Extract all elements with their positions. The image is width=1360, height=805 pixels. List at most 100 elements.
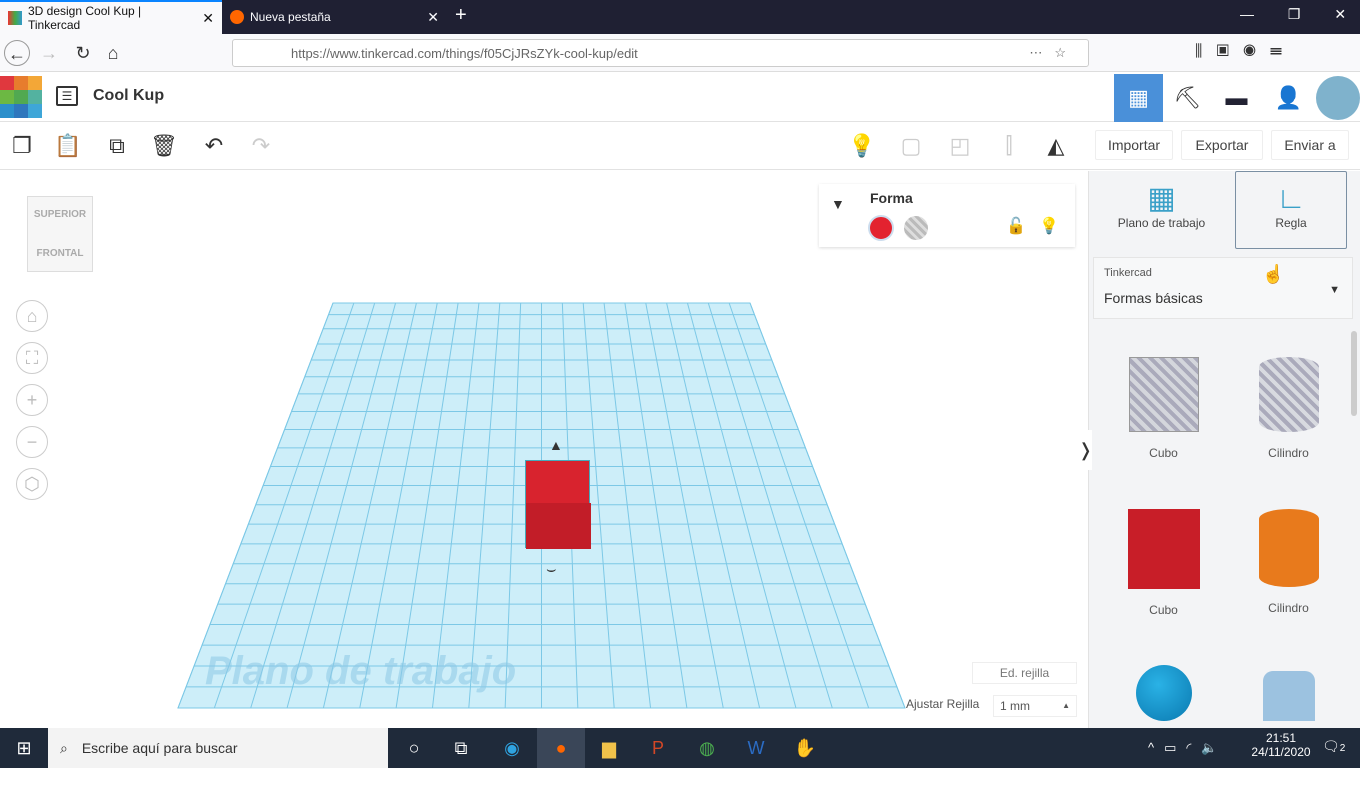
zoom-in-icon[interactable]: +	[16, 384, 48, 416]
group-icon[interactable]: ▢	[895, 130, 927, 162]
snap-grid-value: 1 mm	[1000, 699, 1030, 713]
paste-icon[interactable]: 📋	[52, 130, 84, 162]
tinkercad-logo[interactable]	[0, 76, 42, 118]
file-explorer-icon[interactable]: ▆	[585, 728, 633, 768]
browser-tools-icons[interactable]: ⫼▣◉☰	[1195, 43, 1296, 61]
powerpoint-icon[interactable]: P	[634, 728, 682, 768]
shape-label: Cubo	[1149, 446, 1178, 460]
visibility-bulb-icon[interactable]: 💡	[1039, 216, 1059, 236]
close-tab-icon[interactable]: ✕	[427, 9, 439, 26]
lift-arrow-icon[interactable]: ▲	[549, 437, 563, 453]
mouse-cursor-icon: ☝	[1262, 264, 1285, 284]
avatar[interactable]	[1316, 76, 1360, 120]
system-tray-icons[interactable]: ^▭◜🔈	[1148, 740, 1228, 756]
close-tab-icon[interactable]: ✕	[202, 10, 214, 27]
selected-red-box[interactable]	[525, 460, 591, 549]
fit-view-icon[interactable]: ⛶	[16, 342, 48, 374]
workplane-tool[interactable]: ▦ Plano de trabajo	[1099, 171, 1224, 249]
hole-button[interactable]	[904, 216, 928, 240]
collapse-panel-icon[interactable]: ❭	[1078, 430, 1093, 470]
url-text: https://www.tinkercad.com/things/f05CjJR…	[291, 45, 638, 61]
perspective-icon[interactable]: ⬡	[16, 468, 48, 500]
taskbar-search[interactable]: ⌕ Escribe aquí para buscar	[48, 728, 388, 768]
import-button[interactable]: Importar	[1095, 130, 1173, 160]
home-icon[interactable]: ⌂	[100, 40, 126, 66]
shapes-panel: ▦ Plano de trabajo ∟ Regla Tinkercad Forma…	[1088, 171, 1360, 728]
date: 24/11/2020	[1251, 745, 1311, 759]
delete-icon[interactable]: 🗑	[148, 130, 180, 162]
shape-inspector: ▼ Forma 🔓 💡	[819, 184, 1075, 247]
scrollbar[interactable]	[1351, 331, 1357, 416]
snap-grid-label: Ajustar Rejilla	[906, 697, 980, 711]
duplicate-icon[interactable]: ⧉	[101, 130, 133, 162]
view-cube-top[interactable]: SUPERIOR	[28, 209, 92, 220]
time: 21:51	[1265, 731, 1297, 745]
chrome-icon[interactable]: ◍	[683, 728, 731, 768]
export-button[interactable]: Exportar	[1181, 130, 1263, 160]
ungroup-icon[interactable]: ◰	[944, 130, 976, 162]
browser-tab-bar: 3D design Cool Kup | Tinkercad ✕ Nueva pe…	[0, 0, 1360, 34]
align-icon[interactable]: ⫿	[993, 130, 1025, 162]
windows-start-icon[interactable]: ⊞	[0, 728, 48, 768]
cortana-icon[interactable]: ○	[390, 728, 438, 768]
zoom-out-icon[interactable]: −	[16, 426, 48, 458]
window-controls[interactable]: — ❐ ✕	[1240, 6, 1346, 23]
shape-cylinder[interactable]: Cilindro	[1226, 503, 1351, 653]
tool-label: Regla	[1275, 216, 1307, 230]
collapse-inspector-icon[interactable]: ▼	[831, 196, 845, 212]
hide-icon[interactable]: 💡	[846, 130, 878, 162]
tab-tinkercad[interactable]: 3D design Cool Kup | Tinkercad ✕	[0, 0, 222, 34]
search-icon: ⌕	[60, 739, 68, 756]
workspace[interactable]: Plano de trabajo ▲ ⌣	[0, 171, 1088, 728]
back-icon[interactable]: ←	[4, 40, 30, 66]
tab-title: 3D design Cool Kup | Tinkercad	[27, 4, 142, 32]
shape-cube[interactable]: Cubo	[1101, 503, 1226, 653]
ruler-icon: ∟	[1276, 182, 1306, 215]
notification-count: 2	[1339, 743, 1346, 754]
tool-label: Plano de trabajo	[1117, 216, 1206, 230]
snap-grid-select[interactable]: 1 mm ▲	[993, 695, 1077, 717]
redo-icon[interactable]: ↷	[245, 130, 277, 162]
mirror-icon[interactable]: ◭	[1040, 130, 1072, 162]
ruler-tool[interactable]: ∟ Regla	[1235, 171, 1347, 249]
send-to-button[interactable]: Enviar a	[1271, 130, 1349, 160]
home-view-icon[interactable]: ⌂	[16, 300, 48, 332]
solid-color-button[interactable]	[868, 215, 894, 241]
search-placeholder: Escribe aquí para buscar	[81, 740, 238, 756]
view-cube-front[interactable]: FRONTAL	[28, 248, 92, 259]
url-bar[interactable]: https://www.tinkercad.com/things/f05CjJR…	[232, 39, 1089, 67]
copy-icon[interactable]: ❐	[6, 130, 38, 162]
edit-grid-button[interactable]: Ed. rejilla	[972, 662, 1077, 684]
shape-cube-hole[interactable]: Cubo	[1101, 351, 1226, 501]
inspector-title: Forma	[870, 190, 913, 206]
word-icon[interactable]: W	[732, 728, 780, 768]
bricks-icon[interactable]: ▬	[1212, 74, 1261, 122]
library-source: Tinkercad	[1104, 267, 1152, 279]
add-user-icon[interactable]: 👤	[1264, 74, 1313, 122]
3d-view-grid-icon[interactable]: ▦	[1114, 74, 1163, 122]
notifications-icon[interactable]: 🗨2	[1322, 738, 1345, 755]
lock-icon[interactable]: 🔓	[1006, 216, 1026, 236]
library-select[interactable]: Tinkercad Formas básicas ▼	[1093, 257, 1353, 319]
app-icon[interactable]: ✋	[781, 728, 829, 768]
design-list-icon[interactable]: ☰	[56, 86, 78, 106]
navigation-bar: ← → ↻ ⌂ https://www.tinkercad.com/things…	[0, 34, 1360, 72]
clock[interactable]: 21:51 24/11/2020	[1246, 731, 1316, 759]
edge-icon[interactable]: ◉	[488, 728, 536, 768]
new-tab-icon[interactable]: +	[455, 4, 467, 27]
tab-title: Nueva pestaña	[250, 10, 331, 24]
firefox-taskbar-icon[interactable]: ●	[537, 728, 585, 768]
tab-new[interactable]: Nueva pestaña ✕	[222, 0, 447, 34]
workplane-grid[interactable]	[0, 171, 1088, 728]
shape-label: Cilindro	[1268, 446, 1309, 460]
reload-icon[interactable]: ↻	[70, 40, 96, 66]
task-view-icon[interactable]: ⧉	[437, 728, 485, 768]
forward-icon[interactable]: →	[36, 40, 62, 66]
design-title[interactable]: Cool Kup	[93, 87, 164, 105]
pickaxe-icon[interactable]: ⛏	[1163, 74, 1212, 122]
shape-cylinder-hole[interactable]: Cilindro	[1226, 351, 1351, 501]
undo-icon[interactable]: ↶	[198, 130, 230, 162]
page-actions-icon[interactable]: ⋯☆	[1029, 45, 1078, 61]
view-cube[interactable]: SUPERIOR FRONTAL	[27, 196, 93, 272]
rotate-handle-icon[interactable]: ⌣	[546, 561, 557, 579]
